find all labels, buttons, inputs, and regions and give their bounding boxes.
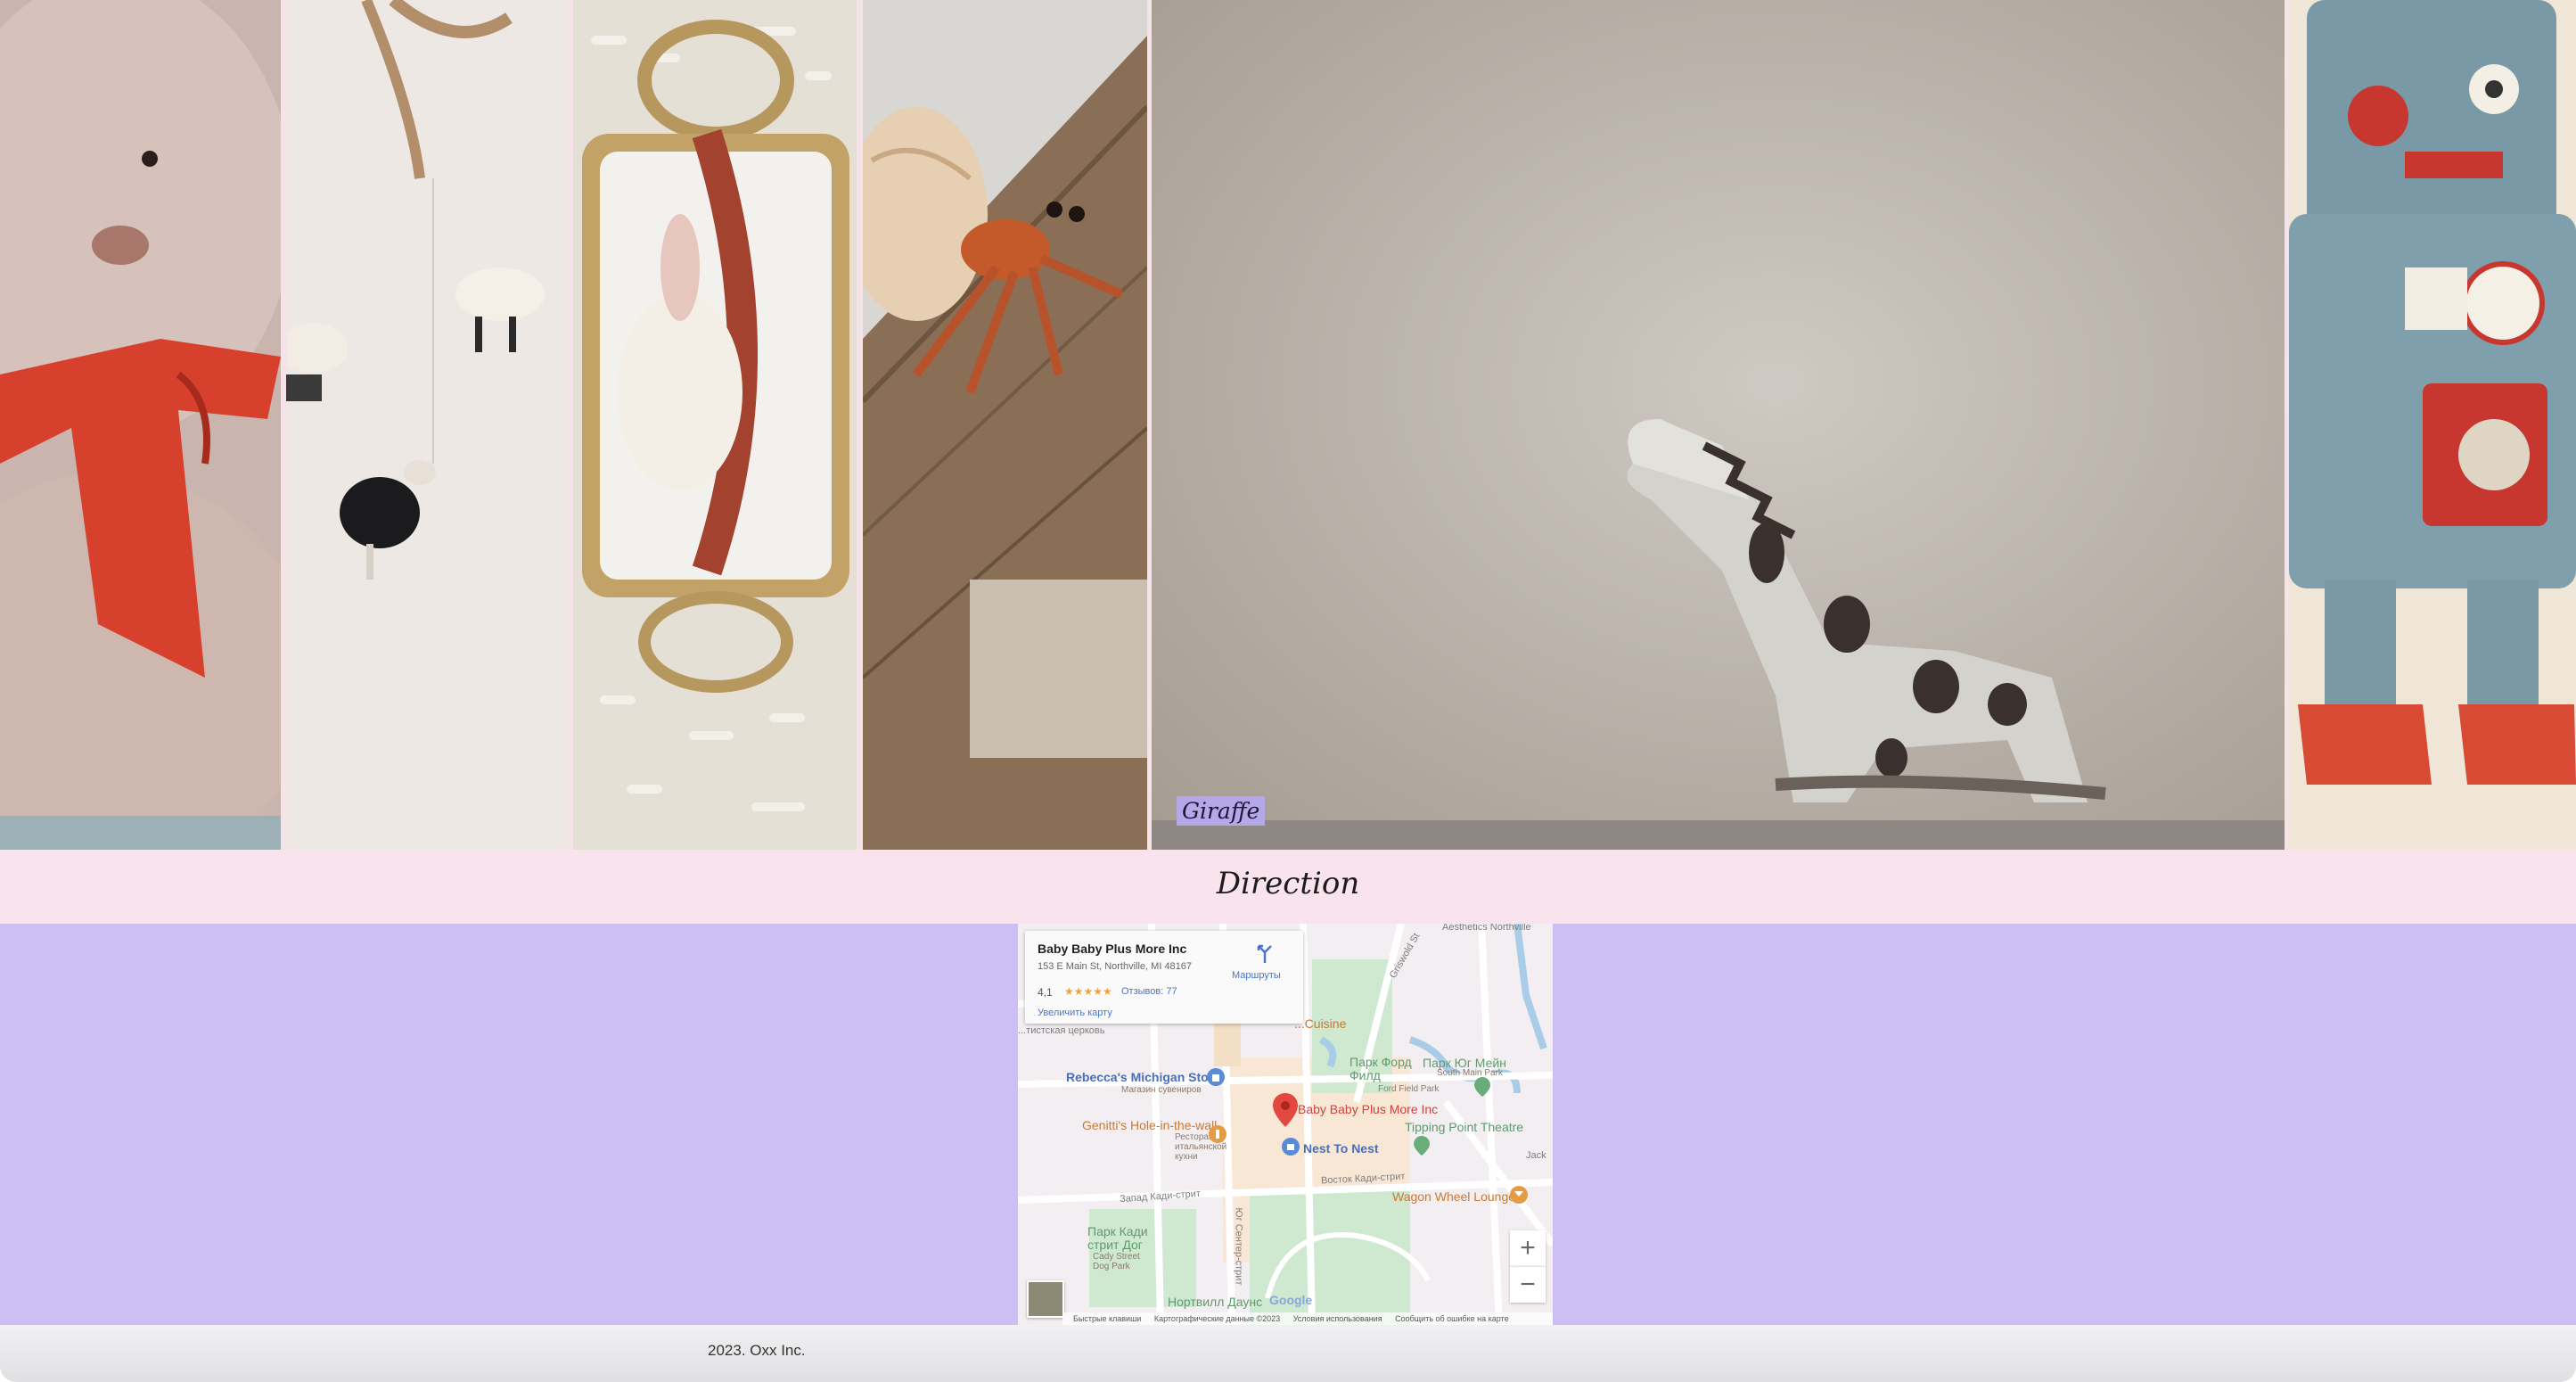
giraffe-caption: Giraffe [1177,796,1266,826]
map-label-wagon[interactable]: Wagon Wheel Lounge [1392,1189,1515,1204]
map-label-ford-park[interactable]: Парк Форд Филд [1350,1056,1421,1082]
map-label-cady-park-sub: Cady Street Dog Park [1093,1252,1140,1271]
directions-link[interactable]: Маршруты [1232,970,1281,981]
directions-icon[interactable] [1255,943,1275,963]
enlarge-map-link[interactable]: Увеличить карту [1038,1008,1112,1018]
giraffe-photo[interactable]: Giraffe [1152,0,2285,850]
place-name: Baby Baby Plus More Inc [1038,942,1187,956]
place-info-card: Baby Baby Plus More Inc 153 E Main St, N… [1025,931,1303,1024]
satellite-view-toggle[interactable] [1027,1280,1064,1318]
map-label-nest[interactable]: Nest To Nest [1303,1141,1379,1156]
map-label-tipping[interactable]: Tipping Point Theatre [1405,1120,1523,1134]
direction-heading: Direction [1216,866,1360,901]
map-label-south-park-sub: South Main Park [1437,1068,1503,1078]
map-label-genittis[interactable]: Genitti's Hole-in-the-wall [1082,1118,1217,1132]
map-label-downs[interactable]: Нортвилл Даунс [1168,1295,1262,1309]
map-section: Rebecca's Michigan Store Магазин сувенир… [0,924,2576,1325]
keyboard-shortcuts-link[interactable]: Быстрые клавиши [1073,1314,1141,1323]
location-pin-icon[interactable] [1273,1093,1298,1127]
footer-copyright: 2023. Oxx Inc. [708,1342,806,1359]
footer: 2023. Oxx Inc. [0,1325,2576,1382]
basket-bunny-photo[interactable] [573,0,857,850]
shopping-bag-icon[interactable] [1207,1068,1225,1086]
map-label-cady-park[interactable]: Парк Кади стрит Дог [1087,1225,1159,1252]
road-label-center: Юг Сентер-стрит [1233,1207,1244,1286]
photo-gallery: Giraffe [0,0,2576,850]
zoom-in-button[interactable]: + [1510,1230,1546,1266]
google-map-embed[interactable]: Rebecca's Michigan Store Магазин сувенир… [1018,924,1553,1325]
place-rating: 4,1 [1038,986,1053,999]
restaurant-icon[interactable] [1209,1125,1226,1143]
sheep-mobile-photo[interactable] [286,0,568,850]
robot-photo[interactable] [2289,0,2576,850]
map-label-ford-park-sub: Ford Field Park [1378,1084,1440,1094]
google-logo: Google [1269,1293,1313,1307]
map-label-baby-pin[interactable]: Baby Baby Plus More Inc [1298,1102,1438,1116]
map-label-jack: Jack [1526,1150,1546,1161]
hermit-crab-photo[interactable] [863,0,1147,850]
map-data-text: Картографические данные ©2023 [1153,1314,1281,1323]
direction-section: Direction [0,850,2576,924]
map-label-rebeccas[interactable]: Rebecca's Michigan Store [1066,1070,1220,1084]
park-pin-icon[interactable] [1474,1077,1490,1097]
map-attribution-bar: Быстрые клавиши Картографические данные … [1062,1312,1553,1325]
map-label-church: ...тистская церковь [1018,1025,1105,1036]
bar-icon[interactable] [1510,1186,1528,1204]
store-icon[interactable] [1282,1138,1300,1156]
rating-stars-icon: ★★★★★ [1064,985,1112,998]
map-label-aesthetics: Aesthetics Northville [1442,924,1531,933]
zoom-out-button[interactable]: − [1510,1266,1546,1303]
reviews-link[interactable]: Отзывов: 77 [1121,986,1177,997]
teddy-bear-photo[interactable] [0,0,281,850]
page: Giraffe Direction Rebecca's Michigan Sto… [0,0,2576,1382]
map-label-rebeccas-sub: Магазин сувениров [1121,1085,1202,1095]
terms-link[interactable]: Условия использования [1293,1314,1382,1323]
place-address: 153 E Main St, Northville, MI 48167 [1038,961,1193,972]
report-error-link[interactable]: Сообщить об ошибке на карте [1395,1314,1508,1323]
map-label-genittis-sub: Ресторан итальянской кухни [1175,1132,1227,1162]
theatre-pin-icon[interactable] [1414,1136,1430,1156]
